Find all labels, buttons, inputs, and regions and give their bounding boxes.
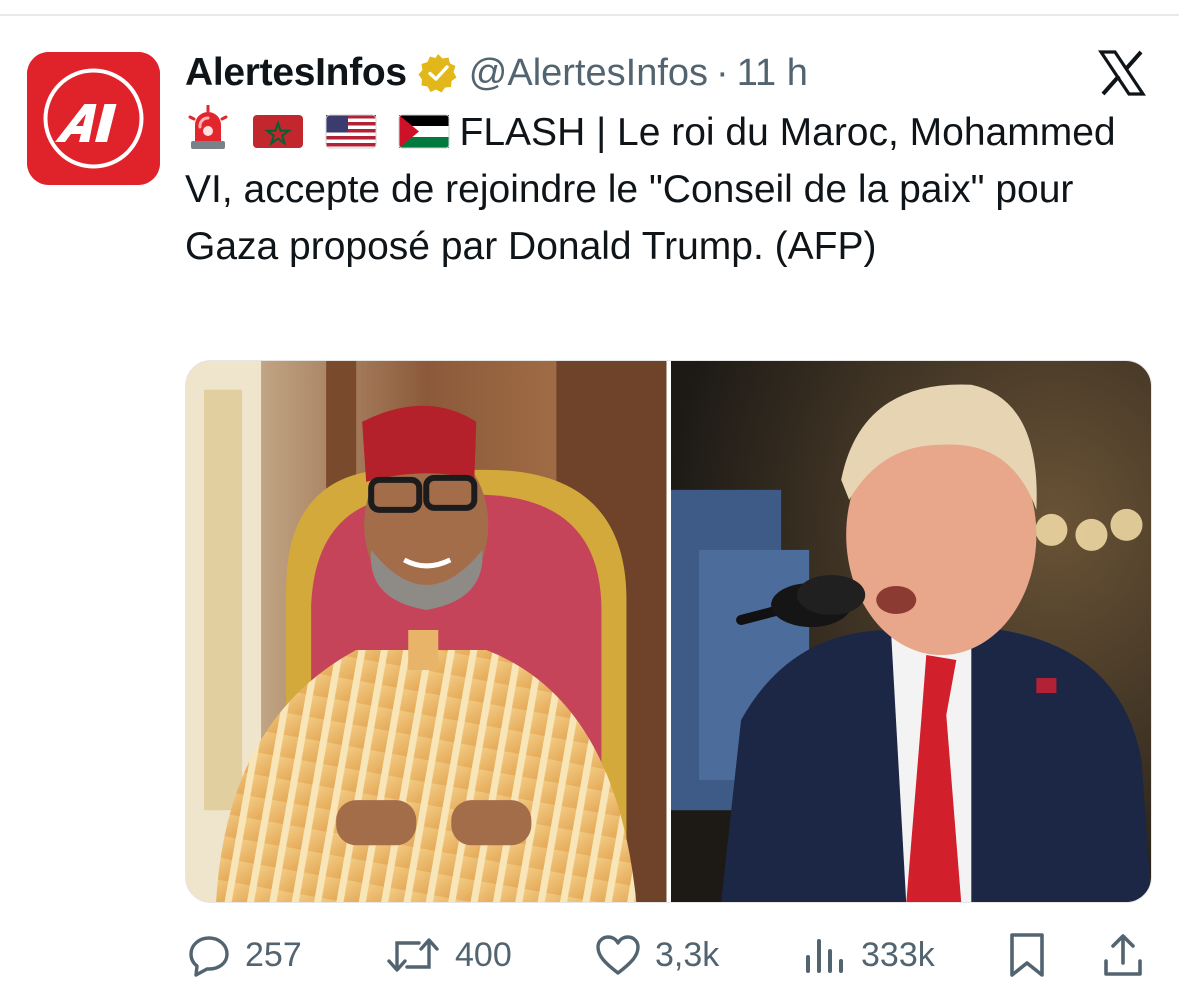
share-icon: [1101, 931, 1145, 979]
photo-mohammed-vi[interactable]: [186, 361, 667, 902]
author-handle[interactable]: @AlertesInfos: [469, 52, 708, 95]
heart-icon: [595, 933, 641, 977]
like-button[interactable]: 3,3k: [595, 925, 719, 985]
post-text: FLASH | Le roi du Maroc, Mohammed VI, ac…: [185, 104, 1160, 275]
post-actions: 257 400 3,3k 333k: [185, 925, 1152, 985]
reply-button[interactable]: 257: [187, 925, 302, 985]
rotating-light-emoji: [185, 105, 231, 151]
post-media: [185, 360, 1152, 903]
post-header: AlertesInfos @AlertesInfos · 11 h: [185, 48, 808, 98]
alertesinfos-logo-icon: [27, 52, 160, 185]
x-logo-icon[interactable]: [1097, 48, 1147, 98]
view-count: 333k: [861, 935, 935, 974]
author-name[interactable]: AlertesInfos: [185, 51, 407, 95]
flag-usa-emoji: [325, 111, 377, 151]
flag-morocco-emoji: [252, 111, 304, 151]
post-timestamp[interactable]: 11 h: [737, 52, 808, 95]
repost-icon: [385, 933, 441, 977]
like-count: 3,3k: [655, 935, 720, 974]
flag-palestine-emoji: [398, 111, 450, 151]
photo-donald-trump[interactable]: [670, 361, 1151, 902]
verified-badge-icon[interactable]: [417, 52, 459, 94]
views-button[interactable]: 333k: [803, 925, 935, 985]
analytics-icon: [803, 933, 847, 977]
bookmark-icon: [1007, 931, 1047, 979]
share-button[interactable]: [1101, 925, 1145, 985]
repost-count: 400: [455, 935, 512, 974]
reply-icon: [187, 933, 231, 977]
repost-button[interactable]: 400: [385, 925, 512, 985]
reply-count: 257: [245, 935, 302, 974]
avatar[interactable]: [27, 52, 160, 185]
bookmark-button[interactable]: [1007, 925, 1047, 985]
top-divider: [0, 14, 1179, 16]
header-separator: ·: [716, 51, 729, 94]
